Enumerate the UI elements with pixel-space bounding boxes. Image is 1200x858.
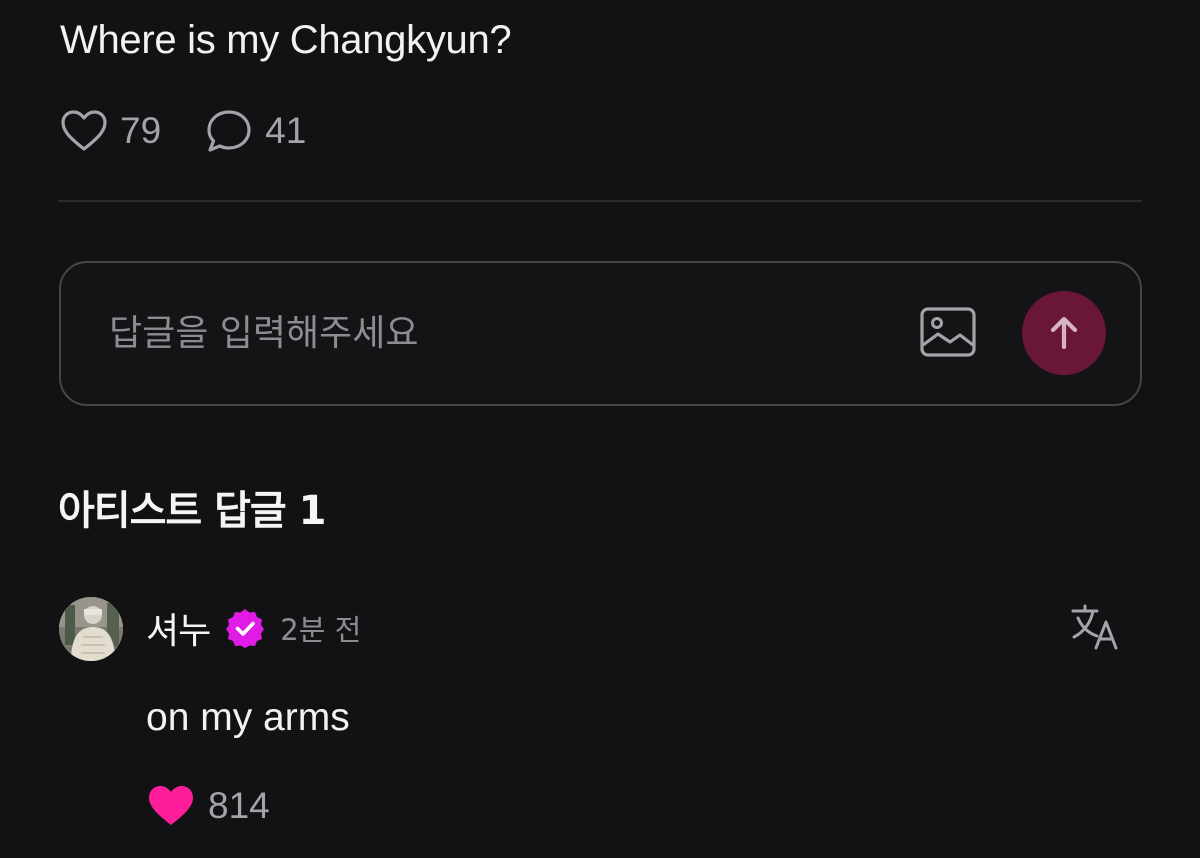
comment-bubble-icon	[207, 110, 251, 152]
comment-like-button[interactable]: 814	[146, 784, 270, 828]
reply-box	[59, 261, 1142, 406]
heart-outline-icon	[61, 110, 107, 151]
translate-icon	[1071, 604, 1118, 650]
send-button[interactable]	[1022, 291, 1106, 375]
arrow-up-icon	[1050, 316, 1078, 350]
divider	[58, 200, 1142, 202]
post-stats: 79 41	[60, 108, 350, 154]
comment-like-count: 814	[208, 785, 270, 826]
comment-header: 셔누 2분 전	[146, 600, 361, 656]
like-count: 79	[120, 110, 162, 151]
comment-text: on my arms	[146, 696, 350, 739]
comment-time: 2분 전	[280, 613, 362, 647]
translate-button[interactable]	[1069, 602, 1121, 652]
heart-filled-icon	[149, 786, 193, 825]
comment-count: 41	[265, 110, 307, 151]
reply-input[interactable]	[109, 307, 869, 359]
avatar-photo	[59, 597, 123, 661]
avatar[interactable]	[59, 597, 123, 661]
attach-image-button[interactable]	[919, 305, 977, 361]
verified-badge-icon	[226, 609, 265, 648]
like-button[interactable]: 79	[60, 109, 161, 153]
post-text: Where is my Changkyun?	[60, 18, 512, 62]
comment-button[interactable]: 41	[205, 108, 306, 154]
author-name[interactable]: 셔누	[146, 602, 211, 654]
image-icon	[920, 307, 976, 357]
artist-replies-title: 아티스트 답글 1	[58, 488, 326, 534]
